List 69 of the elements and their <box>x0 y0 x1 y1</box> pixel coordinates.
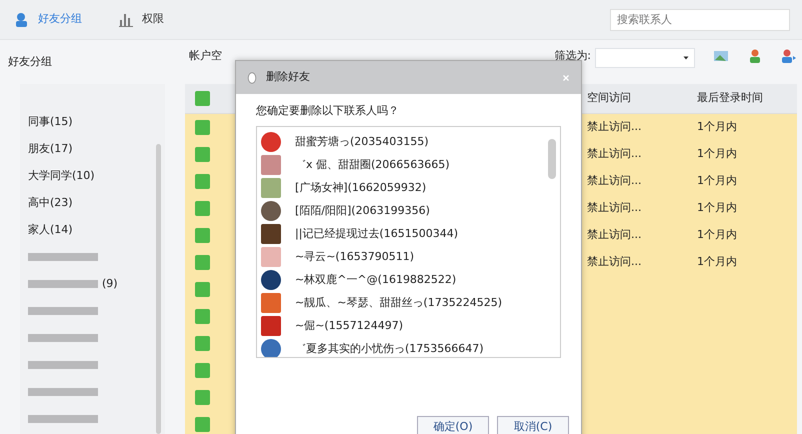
access-cell-text: 禁止访问... <box>587 227 642 244</box>
last-login-cell-text: 1个月内 <box>697 254 737 270</box>
redacted-bar <box>28 334 98 342</box>
picture-icon[interactable] <box>713 48 729 64</box>
tab[interactable]: 权限 <box>142 11 164 28</box>
caret-icon <box>682 54 690 62</box>
header-checkbox[interactable] <box>195 91 210 106</box>
contact-name: ~倔~(1557124497) <box>295 318 404 334</box>
contact-name: ~寻云~(1653790511) <box>295 248 414 265</box>
row-checkbox[interactable] <box>195 390 210 405</box>
search-field[interactable]: 搜索联系人 <box>610 8 790 30</box>
contact-name: ゛夏多其实的小忧伤っ(1753566647) <box>295 340 484 356</box>
redacted-bar <box>28 252 98 261</box>
bar-chart-icon <box>118 12 134 28</box>
contact-name: ~林双鹿^一^@(1619882522) <box>295 272 456 288</box>
dialog-title: 删除好友 <box>266 69 310 86</box>
ok-button[interactable]: 确定(O) <box>417 416 489 434</box>
close-icon[interactable] <box>561 72 571 82</box>
access-cell-text: 禁止访问... <box>587 254 642 270</box>
dialog-question: 您确定要删除以下联系人吗？ <box>255 103 400 119</box>
row-checkbox[interactable] <box>195 336 210 351</box>
row-checkbox[interactable] <box>195 255 210 270</box>
tab[interactable]: 好友分组 <box>38 11 82 28</box>
person-settings-icon[interactable] <box>781 48 797 64</box>
column-header: 空间访问 <box>587 90 632 106</box>
group-item[interactable]: 大学同学(10) <box>28 169 95 182</box>
redacted-bar <box>28 280 98 288</box>
group-item[interactable]: 同事(15) <box>28 115 73 128</box>
last-login-cell-text: 1个月内 <box>697 119 737 136</box>
redacted-bar <box>28 306 98 315</box>
row-checkbox[interactable] <box>195 282 210 297</box>
section-caption: 帐户空 <box>189 48 222 64</box>
add-person-icon[interactable] <box>747 48 763 64</box>
group-item[interactable]: 家人(14) <box>28 223 73 236</box>
row-checkbox[interactable] <box>195 201 210 216</box>
filter-dropdown[interactable] <box>595 48 695 68</box>
contact-name: ||记已经提现过去(1651500344) <box>295 226 458 242</box>
row-checkbox[interactable] <box>195 309 210 324</box>
access-cell-text: 禁止访问... <box>587 146 642 162</box>
row-checkbox[interactable] <box>195 363 210 378</box>
redacted-bar <box>28 388 98 396</box>
last-login-cell-text: 1个月内 <box>697 200 737 216</box>
contact-name: ~靓瓜、~琴瑟、甜甜丝っ(1735224525) <box>295 294 502 311</box>
redacted-bar <box>28 414 98 423</box>
contact-name: [陌陌/阳阳](2063199356) <box>295 202 430 219</box>
group-item[interactable]: 朋友(17) <box>28 142 73 155</box>
row-checkbox[interactable] <box>195 120 210 135</box>
row-checkbox[interactable] <box>195 417 210 432</box>
row-checkbox[interactable] <box>195 174 210 189</box>
contact-name: ゛ⅹ 倔、甜甜圈(2066563665) <box>295 156 450 173</box>
group-item[interactable]: 高中(23) <box>28 196 73 209</box>
sidebar-title: 好友分组 <box>7 54 53 70</box>
row-checkbox[interactable] <box>195 147 210 162</box>
group-count[interactable]: (9) <box>102 277 118 290</box>
scrollbar[interactable] <box>156 144 161 434</box>
last-login-cell-text: 1个月内 <box>697 227 737 244</box>
contact-name: [广场女神](1662059932) <box>295 180 426 196</box>
access-cell-text: 禁止访问... <box>587 173 642 190</box>
last-login-cell-text: 1个月内 <box>697 173 737 190</box>
cancel-button[interactable]: 取消(C) <box>497 416 569 434</box>
row-checkbox[interactable] <box>195 228 210 243</box>
last-login-cell-text: 1个月内 <box>697 146 737 162</box>
redacted-bar <box>28 360 98 369</box>
contact-name: 甜蜜芳塘っ(2035403155) <box>295 134 429 150</box>
filter-label: 筛选为: <box>554 48 591 64</box>
column-header: 最后登录时间 <box>697 90 763 106</box>
access-cell-text: 禁止访问... <box>587 119 642 136</box>
access-cell-text: 禁止访问... <box>587 200 642 216</box>
scrollbar[interactable] <box>548 138 556 178</box>
